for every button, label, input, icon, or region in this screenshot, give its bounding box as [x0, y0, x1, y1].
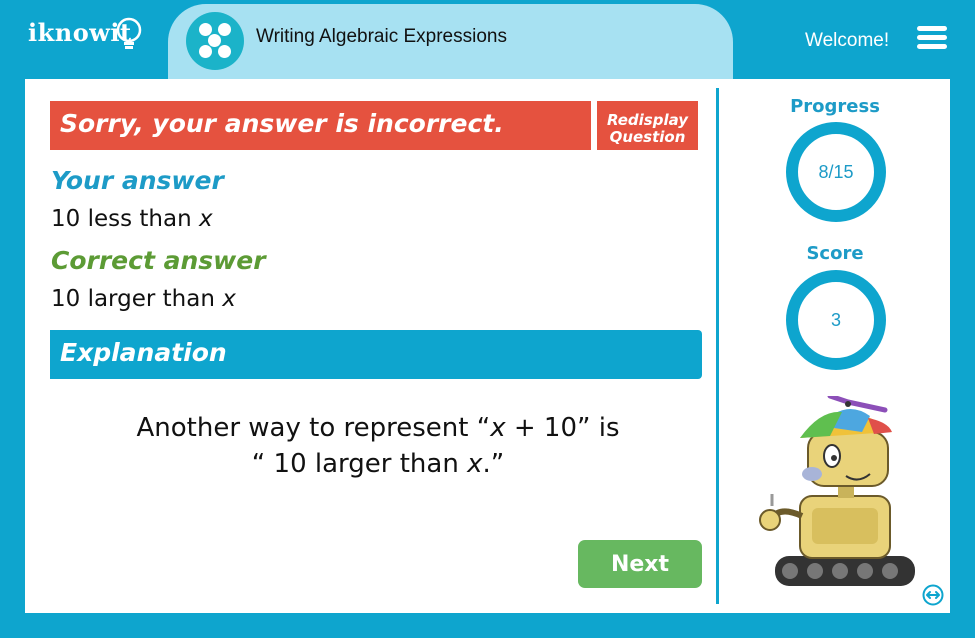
incorrect-message: Sorry, your answer is incorrect.: [60, 109, 504, 138]
score-label: Score: [806, 243, 864, 264]
explanation-line2-post: .”: [482, 449, 505, 479]
explanation-body: Another way to represent “x + 10” is “ 1…: [60, 410, 696, 482]
explanation-line-2: “ 10 larger than x.”: [60, 446, 696, 482]
score-value: 3: [830, 309, 841, 330]
explanation-line-1: Another way to represent “x + 10” is: [60, 410, 696, 446]
your-answer-variable: x: [198, 206, 213, 232]
your-answer-text: 10 less than: [51, 206, 199, 232]
robot-mascot-image: [759, 396, 915, 586]
explanation-header: Explanation: [50, 330, 702, 379]
progress-ring: 8/15: [786, 122, 886, 222]
explanation-line1-pre: Another way to represent “: [136, 413, 491, 443]
correct-answer-variable: x: [222, 286, 236, 312]
welcome-text: Welcome!: [805, 30, 890, 51]
dots-circle-icon: [186, 12, 244, 70]
your-answer-value: 10 less than x: [51, 206, 213, 232]
redisplay-line1: Redisplay: [606, 110, 689, 129]
explanation-line1-variable: x: [490, 413, 506, 443]
explanation-line2-pre: “ 10 larger than: [251, 449, 468, 479]
progress-value: 8/15: [818, 161, 854, 182]
lesson-title: Writing Algebraic Expressions: [256, 26, 507, 47]
correct-answer-text: 10 larger than: [51, 286, 223, 312]
panel-divider: [716, 88, 719, 604]
score-ring: 3: [786, 270, 886, 370]
explanation-heading: Explanation: [60, 338, 227, 367]
explanation-line2-variable: x: [467, 449, 483, 479]
your-answer-label: Your answer: [51, 166, 224, 195]
incorrect-banner: Sorry, your answer is incorrect.: [50, 101, 591, 150]
double-arrow-icon[interactable]: [922, 584, 944, 606]
correct-answer-value: 10 larger than x: [51, 286, 236, 312]
lightbulb-icon: [116, 17, 142, 49]
explanation-line1-post: + 10” is: [505, 413, 620, 443]
hamburger-icon[interactable]: [917, 26, 947, 50]
redisplay-question-button[interactable]: Redisplay Question: [597, 101, 698, 150]
redisplay-line2: Question: [609, 127, 686, 146]
correct-answer-label: Correct answer: [51, 246, 266, 275]
progress-label: Progress: [790, 96, 880, 117]
next-button[interactable]: Next: [578, 540, 702, 588]
